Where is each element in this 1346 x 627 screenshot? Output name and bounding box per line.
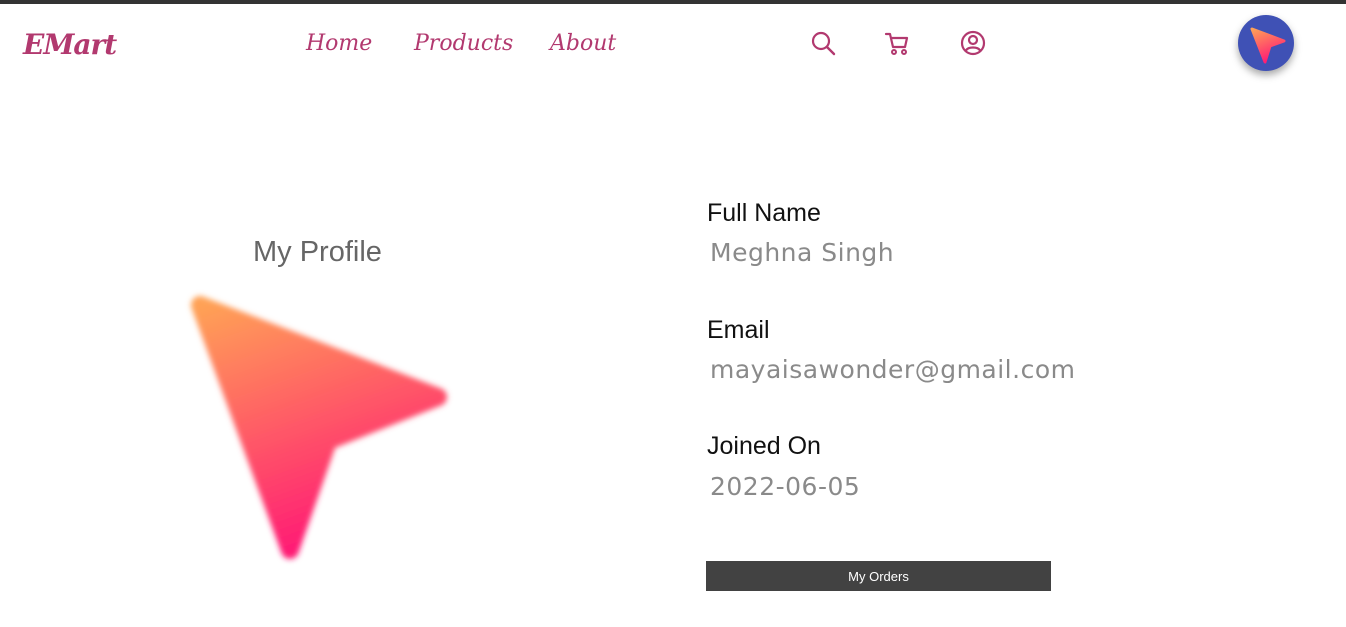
cart-icon bbox=[884, 32, 909, 55]
email-value: mayaisawonder@gmail.com bbox=[710, 355, 1076, 384]
email-label: Email bbox=[707, 316, 770, 344]
account-button[interactable] bbox=[958, 28, 988, 58]
nav-link-products[interactable]: Products bbox=[414, 31, 513, 56]
search-icon bbox=[811, 31, 836, 56]
my-orders-button[interactable]: My Orders bbox=[706, 561, 1051, 591]
profile-avatar bbox=[170, 275, 470, 575]
page-title: My Profile bbox=[253, 236, 382, 268]
full-name-label: Full Name bbox=[707, 199, 821, 227]
full-name-value: Meghna Singh bbox=[710, 238, 895, 267]
nav-link-home[interactable]: Home bbox=[306, 31, 372, 56]
joined-on-label: Joined On bbox=[707, 432, 821, 460]
nav-link-about[interactable]: About bbox=[550, 31, 616, 56]
navigation-arrow-icon bbox=[1250, 27, 1286, 64]
user-avatar-button[interactable] bbox=[1238, 15, 1294, 71]
search-button[interactable] bbox=[808, 28, 838, 58]
top-border bbox=[0, 0, 1346, 4]
cart-button[interactable] bbox=[882, 28, 912, 58]
account-icon bbox=[960, 30, 986, 56]
joined-on-value: 2022-06-05 bbox=[710, 472, 861, 501]
navigation-arrow-icon bbox=[191, 296, 447, 559]
brand-logo[interactable]: EMart bbox=[23, 28, 117, 61]
